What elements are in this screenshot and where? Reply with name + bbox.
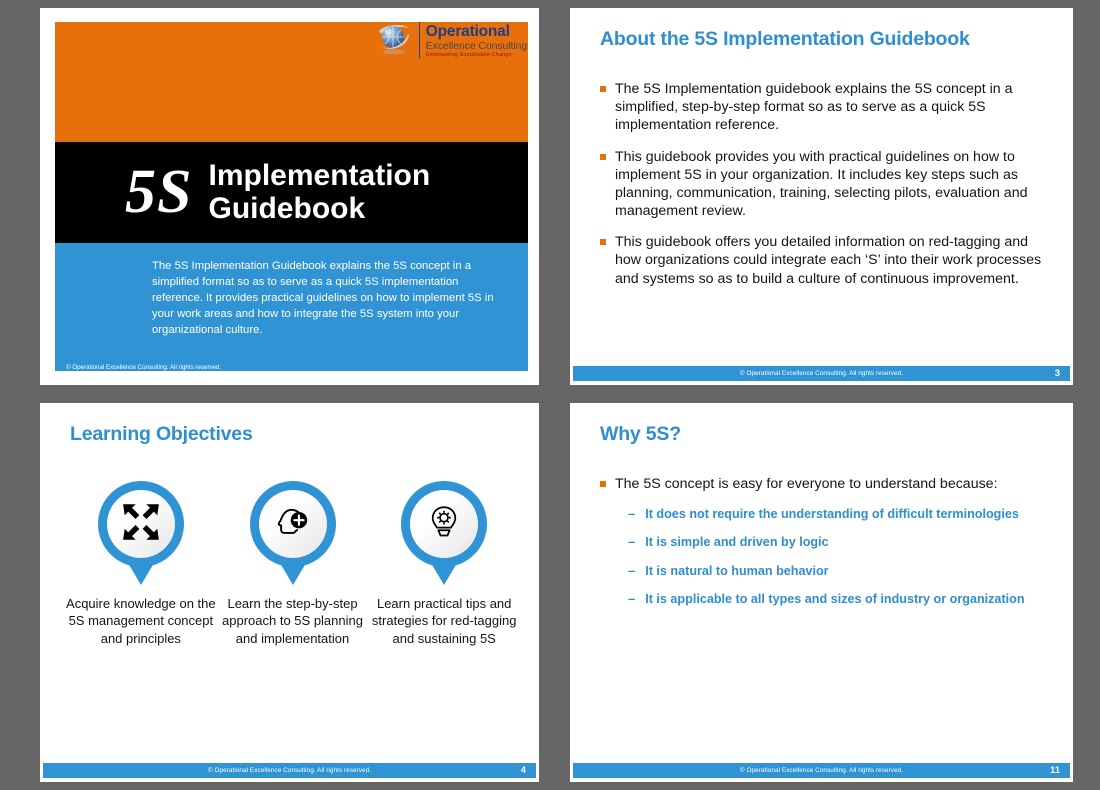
objective-item-1: Acquire knowledge on the 5S management c… [65, 481, 217, 647]
cover-title-line-2: Guidebook [208, 191, 366, 225]
sub-bullet-text: It is natural to human behavior [645, 563, 829, 578]
slide-why-5s[interactable]: Why 5S? The 5S concept is easy for every… [570, 403, 1073, 782]
page-number: 3 [1054, 368, 1060, 379]
sub-bullet-text: It does not require the understanding of… [645, 507, 1019, 522]
sub-list-item: – It does not require the understanding … [628, 506, 1045, 522]
sub-bullet-list: – It does not require the understanding … [628, 506, 1045, 607]
sub-list-item: – It is simple and driven by logic [628, 534, 1045, 550]
slide-cell-4: Why 5S? The 5S concept is easy for every… [550, 395, 1100, 790]
list-item: The 5S concept is easy for everyone to u… [600, 475, 1045, 493]
objective-pin-group: Acquire knowledge on the 5S management c… [65, 481, 520, 647]
head-plus-icon [272, 501, 314, 548]
dash-bullet-icon: – [628, 534, 636, 550]
objective-item-2: Learn the step-by-step approach to 5S pl… [217, 481, 369, 647]
objective-item-3: Learn practical tips and strategies for … [368, 481, 520, 647]
sub-list-item: – It is applicable to all types and size… [628, 591, 1045, 607]
footer-copyright: © Operational Excellence Consulting. All… [739, 370, 904, 377]
cover-title-lines: Implementation Guidebook [208, 159, 431, 225]
bullet-text: This guidebook provides you with practic… [615, 148, 1028, 220]
pin-inner-disc [106, 490, 175, 558]
slide-learning-objectives[interactable]: Learning Objectives Acquire knowledge on… [40, 403, 539, 782]
footer-copyright: © Operational Excellence Consulting. All… [739, 767, 904, 774]
bullet-list: The 5S concept is easy for everyone to u… [600, 475, 1045, 619]
cover-5s-mark: 5S [125, 158, 193, 227]
arrows-converge-icon [120, 501, 162, 548]
logo-wordmark: Operational Excellence Consulting Empowe… [418, 22, 527, 59]
sub-list-item: – It is natural to human behavior [628, 563, 1045, 579]
slide-footer: © Operational Excellence Consulting. All… [43, 763, 536, 778]
footer-copyright: © Operational Excellence Consulting. All… [207, 767, 372, 774]
objective-caption: Learn the step-by-step approach to 5S pl… [222, 596, 363, 646]
slide-deck-grid: Operational Excellence Consulting Empowe… [0, 0, 1100, 790]
map-pin-shape [401, 481, 488, 585]
slide-cell-2: About the 5S Implementation Guidebook Th… [550, 0, 1100, 395]
slide-footer: © Operational Excellence Consulting. All… [573, 763, 1070, 778]
dash-bullet-icon: – [628, 590, 636, 606]
square-bullet-icon [600, 239, 606, 246]
page-title: Why 5S? [600, 423, 681, 445]
cover-description: The 5S Implementation Guidebook explains… [152, 260, 494, 337]
bullet-text: This guidebook offers you detailed infor… [615, 234, 1042, 287]
sub-bullet-text: It is applicable to all types and sizes … [645, 591, 1025, 606]
bullet-text: The 5S Implementation guidebook explains… [615, 81, 1013, 134]
bullet-list: The 5S Implementation guidebook explains… [600, 80, 1045, 301]
list-item: The 5S Implementation guidebook explains… [600, 80, 1045, 135]
slide-cell-1: Operational Excellence Consulting Empowe… [0, 0, 550, 395]
page-number: 11 [1049, 765, 1060, 776]
page-number: 4 [520, 765, 526, 776]
slide-cell-3: Learning Objectives Acquire knowledge on… [0, 395, 550, 790]
bullet-text: The 5S concept is easy for everyone to u… [615, 476, 998, 492]
map-pin-shape [97, 481, 184, 585]
square-bullet-icon [600, 86, 606, 92]
square-bullet-icon [600, 153, 606, 160]
logo-tagline: Empowering Sustainable Change [425, 51, 512, 58]
square-bullet-icon [600, 481, 606, 487]
cover-title-line-1: Implementation [208, 159, 431, 193]
page-title: About the 5S Implementation Guidebook [600, 28, 970, 50]
cover-copyright: © Operational Excellence Consulting. All… [66, 364, 222, 371]
dash-bullet-icon: – [628, 506, 636, 522]
map-pin-shape [249, 481, 336, 585]
sub-bullet-text: It is simple and driven by logic [645, 535, 829, 550]
company-logo: Operational Excellence Consulting Empowe… [375, 22, 527, 59]
objective-caption: Learn practical tips and strategies for … [371, 596, 517, 646]
lightbulb-gear-icon [424, 502, 464, 547]
logo-subtitle: Excellence Consulting [425, 39, 527, 52]
slide-title-cover[interactable]: Operational Excellence Consulting Empowe… [40, 8, 539, 385]
objective-caption: Acquire knowledge on the 5S management c… [66, 596, 216, 646]
list-item: This guidebook offers you detailed infor… [600, 233, 1045, 288]
logo-name: Operational [425, 23, 510, 40]
slide-footer: © Operational Excellence Consulting. All… [573, 366, 1070, 381]
globe-icon [375, 22, 413, 56]
cover-title-block: 5S Implementation Guidebook [55, 142, 528, 243]
list-item: This guidebook provides you with practic… [600, 148, 1045, 221]
dash-bullet-icon: – [628, 562, 636, 578]
page-title: Learning Objectives [70, 423, 253, 445]
pin-inner-disc [410, 490, 479, 558]
pin-inner-disc [258, 490, 327, 558]
slide-about[interactable]: About the 5S Implementation Guidebook Th… [570, 8, 1073, 385]
